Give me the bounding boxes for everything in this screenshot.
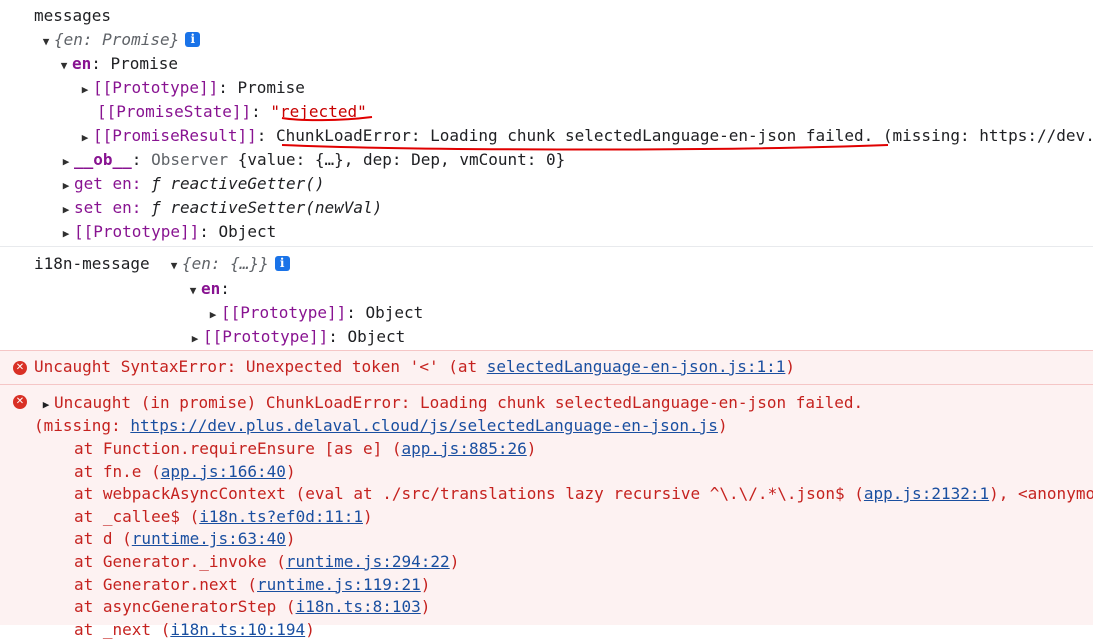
tree-node-en[interactable]: ▼ en: Promise xyxy=(56,52,1093,76)
tree-node-promise-result[interactable]: ▶ [[PromiseResult]]: ChunkLoadError: Load… xyxy=(77,124,1093,148)
stack-frame-link[interactable]: app.js:166:40 xyxy=(161,462,286,481)
stack-frame-link[interactable]: runtime.js:119:21 xyxy=(257,575,421,594)
tree-root-messages[interactable]: ▼ {en: Promise} i xyxy=(38,28,1093,52)
tree-node-i18n-inner-prototype[interactable]: ▶ [[Prototype]]: Object xyxy=(205,301,1093,325)
triangle-right-icon[interactable]: ▶ xyxy=(187,327,203,351)
tree-node-getter[interactable]: ▶ get en: ƒ reactiveGetter() xyxy=(58,172,1093,196)
stack-frame: at asyncGeneratorStep (i18n.ts:8:103) xyxy=(74,597,431,617)
ob-value: {value: {…}, dep: Dep, vmCount: 0} xyxy=(237,150,566,169)
stack-frame: at fn.e (app.js:166:40) xyxy=(74,461,296,481)
triangle-right-icon[interactable]: ▶ xyxy=(77,126,93,148)
log-label-messages: messages xyxy=(34,6,112,25)
missing-url-link[interactable]: https://dev.plus.delaval.cloud/js/select… xyxy=(130,416,718,435)
triangle-right-icon[interactable]: ▶ xyxy=(58,174,74,198)
stack-frame-link[interactable]: app.js:885:26 xyxy=(402,439,527,458)
tree-node-setter[interactable]: ▶ set en: ƒ reactiveSetter(newVal) xyxy=(58,196,1093,220)
triangle-right-icon[interactable]: ▶ xyxy=(205,303,221,327)
info-icon[interactable]: i xyxy=(185,32,201,47)
tree-node-i18n-en[interactable]: ▼ en: xyxy=(185,277,1093,301)
stack-frame: at Generator._invoke (runtime.js:294:22) xyxy=(74,552,460,571)
stack-frame: at Generator.next (runtime.js:119:21) xyxy=(74,574,431,594)
tree-node-promise-state: [[PromiseState]]: "rejected" xyxy=(97,102,367,121)
tree-node-ob[interactable]: ▶ __ob__: Observer {value: {…}, dep: Dep,… xyxy=(58,148,1093,172)
triangle-down-icon[interactable]: ▼ xyxy=(185,279,201,303)
tree-node-promise-prototype[interactable]: ▶ [[Prototype]]: Promise xyxy=(77,76,1093,100)
promise-result-value: ChunkLoadError: Loading chunk selectedLa… xyxy=(276,126,874,145)
function-f-icon: ƒ xyxy=(151,198,161,217)
log-separator xyxy=(0,246,1093,247)
stack-frame-link[interactable]: runtime.js:63:40 xyxy=(132,529,286,548)
stack-frame: at Function.requireEnsure [as e] (app.js… xyxy=(74,439,537,458)
triangle-down-icon[interactable]: ▼ xyxy=(56,54,72,78)
info-icon[interactable]: i xyxy=(274,256,290,271)
tree-node-i18n-outer-prototype[interactable]: ▶ [[Prototype]]: Object xyxy=(187,325,1093,349)
stack-frame: at d (runtime.js:63:40) xyxy=(74,529,296,549)
tree-node-object-prototype[interactable]: ▶ [[Prototype]]: Object xyxy=(58,220,1093,244)
triangle-down-icon[interactable]: ▼ xyxy=(166,254,182,278)
triangle-down-icon[interactable]: ▼ xyxy=(38,30,54,54)
root-preview: {en: Promise} xyxy=(54,30,180,49)
stack-frame: at _next (i18n.ts:10:194) xyxy=(74,619,315,639)
error-missing-line: (missing: https://dev.plus.delaval.cloud… xyxy=(34,416,728,435)
en-value: Promise xyxy=(110,54,178,73)
stack-frame-link[interactable]: i18n.ts:10:194 xyxy=(170,620,305,639)
triangle-right-icon[interactable]: ▶ xyxy=(58,222,74,246)
error-message-syntax: ✕ Uncaught SyntaxError: Unexpected token… xyxy=(0,350,1093,384)
source-link[interactable]: selectedLanguage-en-json.js:1:1 xyxy=(487,357,786,376)
error-circle-icon: ✕ xyxy=(13,361,27,375)
stack-frame: at _callee$ (i18n.ts?ef0d:11:1) xyxy=(74,506,373,526)
error-header[interactable]: ▶ Uncaught (in promise) ChunkLoadError: L… xyxy=(38,391,1093,415)
promise-state-value: "rejected" xyxy=(270,102,367,121)
error-message-chunk: ✕ ▶ Uncaught (in promise) ChunkLoadError:… xyxy=(0,384,1093,639)
stack-frame-link[interactable]: app.js:2132:1 xyxy=(864,484,989,503)
triangle-right-icon[interactable]: ▶ xyxy=(58,150,74,174)
error-circle-icon: ✕ xyxy=(13,395,27,409)
stack-frame-link[interactable]: runtime.js:294:22 xyxy=(286,552,450,571)
stack-frame: at webpackAsyncContext (eval at ./src/tr… xyxy=(74,484,1093,504)
stack-frame-link[interactable]: i18n.ts?ef0d:11:1 xyxy=(199,507,363,526)
stack-frame-link[interactable]: i18n.ts:8:103 xyxy=(296,597,421,616)
triangle-right-icon[interactable]: ▶ xyxy=(58,198,74,222)
tree-root-i18n[interactable]: ▼ {en: {…}} i xyxy=(166,252,1093,276)
promise-result-more: (missing: https://dev.plus.delaval.cloud… xyxy=(882,126,1093,145)
triangle-right-icon[interactable]: ▶ xyxy=(77,78,93,102)
function-f-icon: ƒ xyxy=(151,174,161,193)
